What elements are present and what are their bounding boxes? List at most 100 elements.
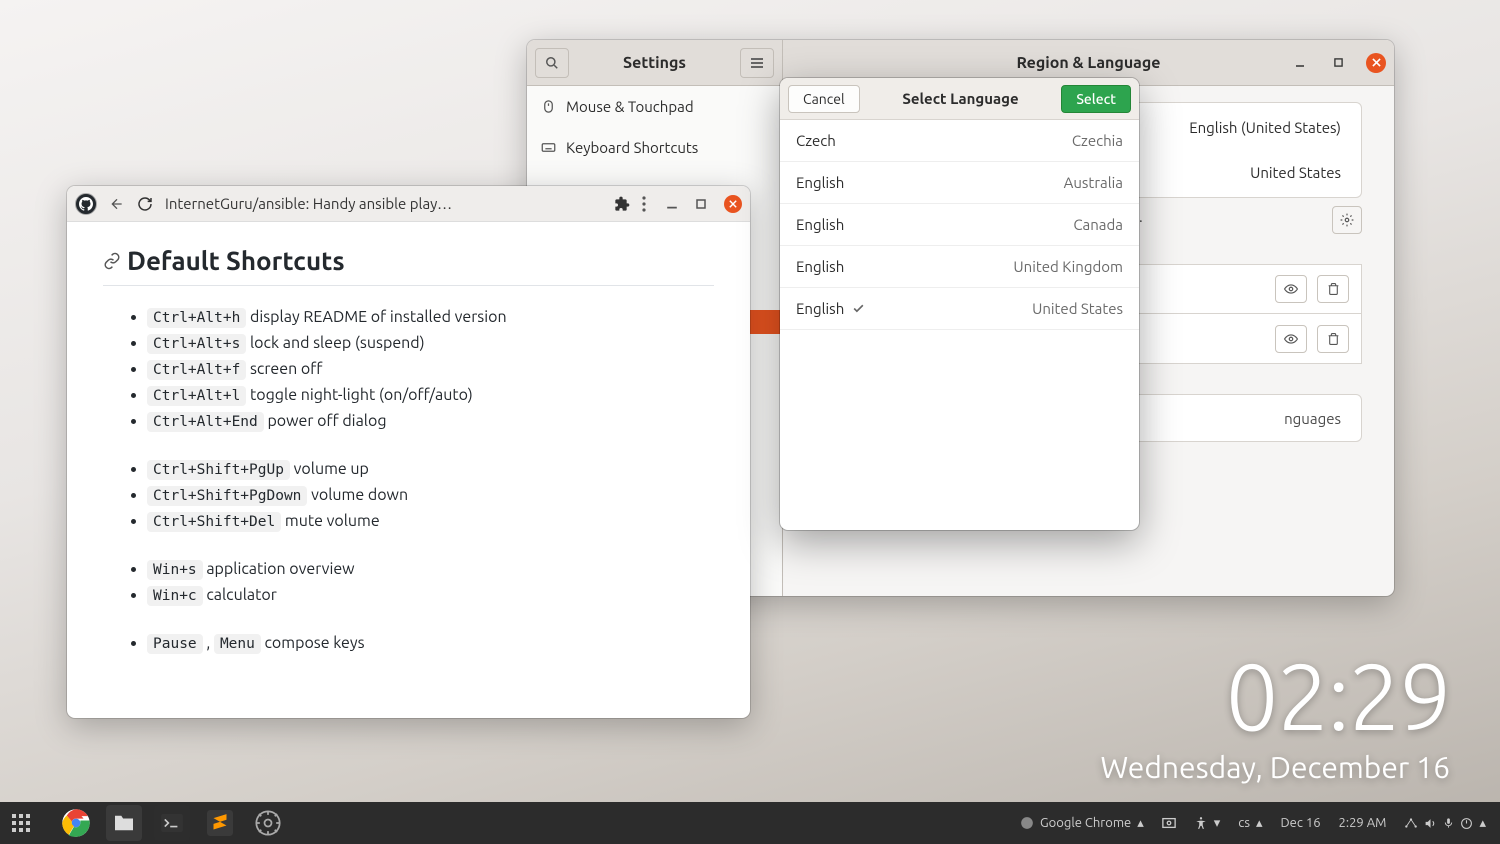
delete-button[interactable] xyxy=(1317,275,1349,303)
folder-icon xyxy=(113,814,135,832)
language-region: Czechia xyxy=(1072,132,1123,149)
panel-title: Region & Language xyxy=(1016,54,1160,72)
accessibility-icon xyxy=(1194,816,1208,830)
dialog-empty-area xyxy=(780,330,1139,530)
terminal-icon xyxy=(161,814,183,832)
reload-button[interactable] xyxy=(137,196,153,212)
content-heading: Default Shortcuts xyxy=(103,246,714,286)
sidebar-item-mouse[interactable]: Mouse & Touchpad xyxy=(527,86,782,127)
kbd: Ctrl+Shift+PgUp xyxy=(147,460,290,480)
check-icon xyxy=(852,302,865,315)
settings-search-button[interactable] xyxy=(535,48,569,78)
sidebar-item-label: Keyboard Shortcuts xyxy=(566,139,698,156)
maximize-button[interactable] xyxy=(696,199,706,209)
accessibility-menu[interactable]: ▾ xyxy=(1194,816,1221,831)
language-name: English xyxy=(796,300,865,317)
files-launcher[interactable] xyxy=(106,805,142,841)
language-name: English xyxy=(796,216,844,233)
trash-icon xyxy=(1327,332,1340,346)
eye-icon xyxy=(1283,332,1299,346)
extensions-button[interactable] xyxy=(614,196,630,212)
gear-icon xyxy=(1340,213,1354,227)
language-name: English xyxy=(796,174,844,191)
browser-content[interactable]: Default Shortcuts Ctrl+Alt+h display REA… xyxy=(67,222,750,718)
language-row[interactable]: English United States xyxy=(780,288,1139,330)
list-item: Win+s application overview xyxy=(147,556,714,582)
formats-value: United States xyxy=(1250,164,1341,181)
system-menu[interactable]: ▴ xyxy=(1404,816,1486,831)
list-item: Ctrl+Shift+Del mute volume xyxy=(147,508,714,534)
shortcuts-list: Pause , Menu compose keys xyxy=(147,630,714,656)
list-item: Ctrl+Shift+PgUp volume up xyxy=(147,456,714,482)
kbd: Ctrl+Shift+Del xyxy=(147,512,281,532)
volume-icon xyxy=(1424,817,1437,830)
tray-screenshot-icon[interactable] xyxy=(1162,817,1176,829)
maximize-button[interactable] xyxy=(1328,53,1348,73)
select-button[interactable]: Select xyxy=(1061,85,1131,113)
chrome-icon xyxy=(1020,816,1034,830)
grid-icon xyxy=(12,814,30,832)
browser-window-controls xyxy=(666,195,742,213)
close-button[interactable] xyxy=(724,195,742,213)
close-icon xyxy=(1372,58,1381,67)
chevron-down-icon: ▾ xyxy=(1214,816,1221,831)
screenshot-icon xyxy=(1162,817,1176,829)
browser-menu-button[interactable] xyxy=(642,196,646,212)
close-button[interactable] xyxy=(1366,53,1386,73)
input-sources-settings-button[interactable] xyxy=(1332,206,1362,234)
language-list: CzechCzechia English Australia English Can… xyxy=(780,120,1139,330)
view-layout-button[interactable] xyxy=(1275,275,1307,303)
cancel-button[interactable]: Cancel xyxy=(788,85,860,113)
language-row[interactable]: EnglishUnited Kingdom xyxy=(780,246,1139,288)
taskbar-tray: Google Chrome ▴ ▾ cs ▴ Dec 16 2:29 AM ▴ xyxy=(1020,816,1500,831)
settings-header-left: Settings xyxy=(527,40,783,85)
browser-toolbar: InternetGuru/ansible: Handy ansible play… xyxy=(67,186,750,222)
kbd: Ctrl+Alt+l xyxy=(147,386,246,406)
language-row[interactable]: CzechCzechia xyxy=(780,120,1139,162)
settings-title: Settings xyxy=(623,54,686,72)
power-icon xyxy=(1460,817,1473,830)
list-item: Ctrl+Alt+s lock and sleep (suspend) xyxy=(147,330,714,356)
list-item: Ctrl+Alt+l toggle night-light (on/off/au… xyxy=(147,382,714,408)
language-row[interactable]: English Canada xyxy=(780,204,1139,246)
settings-launcher[interactable] xyxy=(250,805,286,841)
list-item: Pause , Menu compose keys xyxy=(147,630,714,656)
keyboard-icon xyxy=(541,140,556,155)
kbd: Ctrl+Alt+f xyxy=(147,360,246,380)
minimize-icon xyxy=(1295,58,1305,68)
minimize-button[interactable] xyxy=(666,198,678,210)
list-item: Ctrl+Alt+End power off dialog xyxy=(147,408,714,434)
language-row[interactable]: English Australia xyxy=(780,162,1139,204)
apps-grid-button[interactable] xyxy=(0,802,42,844)
keyboard-indicator[interactable]: cs ▴ xyxy=(1238,816,1262,831)
select-language-dialog: Cancel Select Language Select CzechCzech… xyxy=(780,78,1139,530)
terminal-launcher[interactable] xyxy=(154,805,190,841)
gear-icon xyxy=(254,809,282,837)
active-app-indicator[interactable]: Google Chrome ▴ xyxy=(1020,816,1144,831)
delete-button[interactable] xyxy=(1317,325,1349,353)
chrome-launcher[interactable] xyxy=(58,805,94,841)
kbd: Ctrl+Alt+s xyxy=(147,334,246,354)
sublime-icon xyxy=(207,810,233,836)
link-icon xyxy=(103,252,121,270)
taskbar-date[interactable]: Dec 16 xyxy=(1281,816,1321,830)
sublime-launcher[interactable] xyxy=(202,805,238,841)
shortcuts-list: Ctrl+Shift+PgUp volume up Ctrl+Shift+PgD… xyxy=(147,456,714,534)
kbd: Pause xyxy=(147,634,203,654)
settings-menu-button[interactable] xyxy=(740,48,774,78)
back-button[interactable] xyxy=(109,196,125,212)
taskbar-time[interactable]: 2:29 AM xyxy=(1339,816,1387,830)
chevron-up-icon: ▴ xyxy=(1479,816,1486,831)
language-region: United States xyxy=(1032,300,1123,317)
eye-icon xyxy=(1283,282,1299,296)
taskbar-dock xyxy=(58,805,286,841)
minimize-button[interactable] xyxy=(1290,53,1310,73)
sidebar-item-keyboard[interactable]: Keyboard Shortcuts xyxy=(527,127,782,168)
sidebar-item-label: Mouse & Touchpad xyxy=(566,98,694,115)
microphone-icon xyxy=(1443,816,1454,830)
language-region: United Kingdom xyxy=(1013,258,1123,275)
view-layout-button[interactable] xyxy=(1275,325,1307,353)
language-region: Canada xyxy=(1073,216,1123,233)
language-region: Australia xyxy=(1064,174,1123,191)
window-controls xyxy=(1290,53,1386,73)
